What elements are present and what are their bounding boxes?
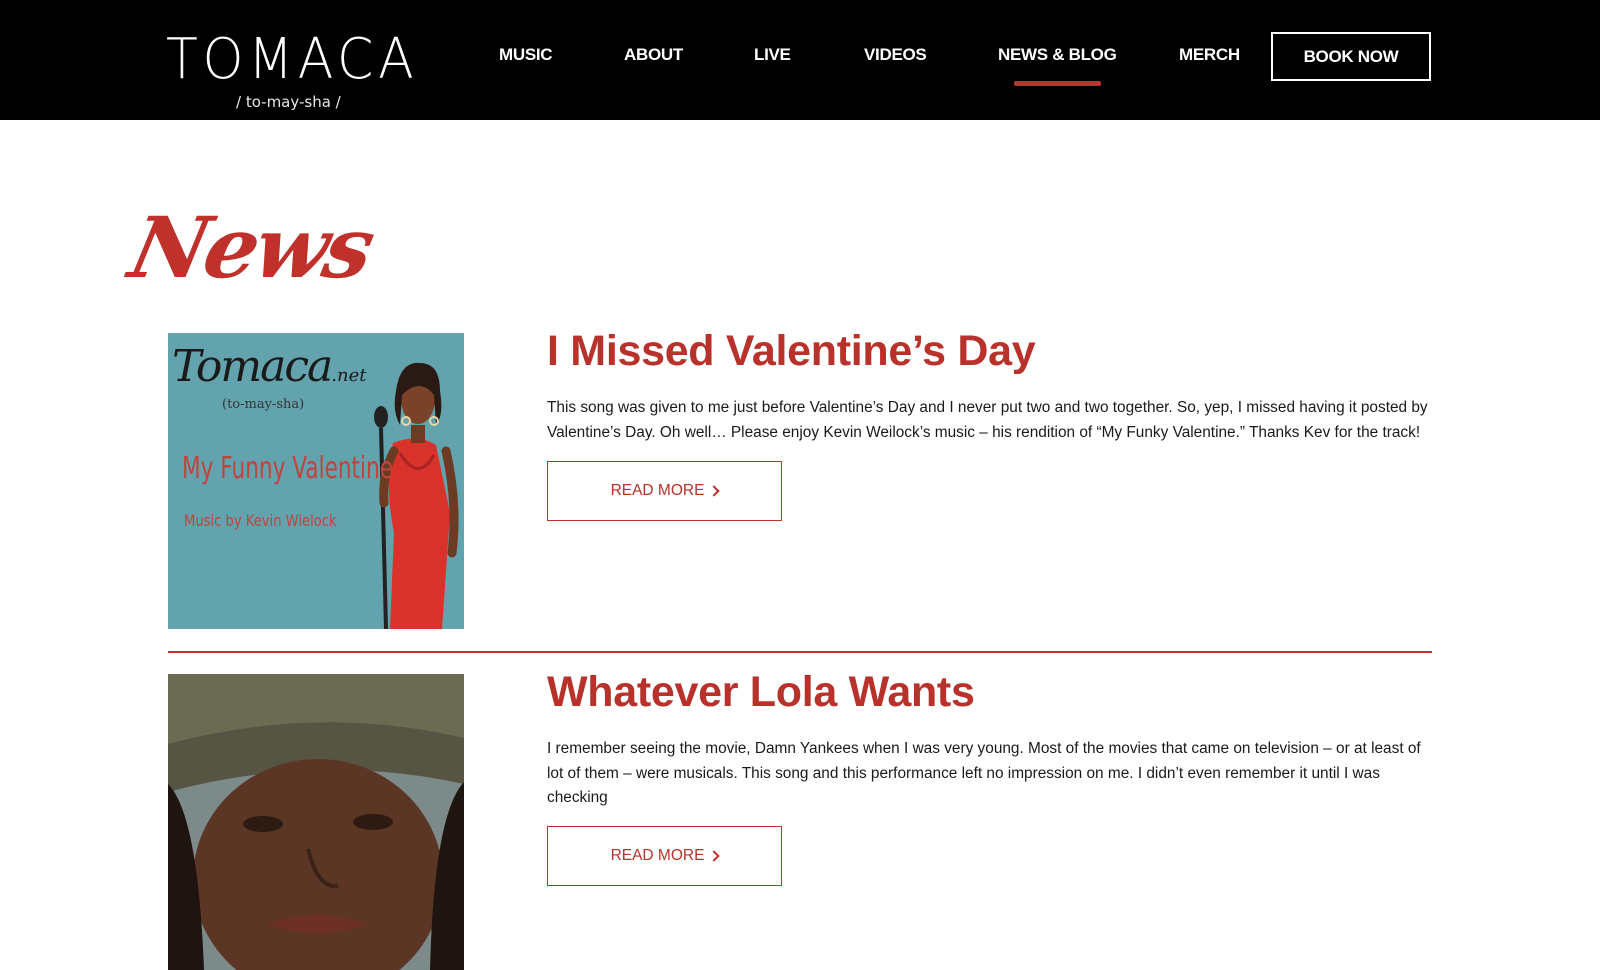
nav-item-about[interactable]: ABOUT xyxy=(624,45,683,65)
thumb-credit: Music by Kevin Wielock xyxy=(184,511,337,530)
site-logo[interactable]: TOMACA / to-may-sha / xyxy=(166,27,419,112)
post-thumbnail[interactable] xyxy=(168,674,464,970)
logo-pronunciation: / to-may-sha / xyxy=(236,93,341,111)
thumb-pronunciation: (to-may-sha) xyxy=(222,397,305,412)
nav-item-live[interactable]: LIVE xyxy=(754,45,791,65)
nav-item-music[interactable]: MUSIC xyxy=(499,45,553,65)
nav-item-videos[interactable]: VIDEOS xyxy=(864,45,927,65)
post-title[interactable]: I Missed Valentine’s Day xyxy=(547,326,1036,376)
nav-item-news-blog[interactable]: NEWS & BLOG xyxy=(998,45,1117,86)
chevron-right-icon xyxy=(708,485,721,497)
post-divider xyxy=(168,651,1432,653)
read-more-button[interactable]: READ MORE xyxy=(547,826,782,886)
post-title[interactable]: Whatever Lola Wants xyxy=(547,667,975,717)
nav-item-merch[interactable]: MERCH xyxy=(1179,45,1240,65)
read-more-label: READ MORE xyxy=(610,847,705,864)
read-more-button[interactable]: READ MORE xyxy=(547,461,782,521)
thumb-brand: Tomaca.net xyxy=(172,341,367,392)
site-header: TOMACA / to-may-sha / MUSIC ABOUT LIVE V… xyxy=(0,0,1600,120)
post-excerpt: I remember seeing the movie, Damn Yankee… xyxy=(547,740,1421,806)
book-now-button[interactable]: BOOK NOW xyxy=(1271,32,1431,81)
thumb-song-title: My Funny Valentine xyxy=(182,451,394,486)
chevron-right-icon xyxy=(708,850,721,862)
post-excerpt: This song was given to me just before Va… xyxy=(547,399,1428,441)
logo-wordmark: TOMACA xyxy=(166,27,419,92)
read-more-label: READ MORE xyxy=(610,482,705,499)
portrait-photo-illustration xyxy=(168,674,464,970)
post-thumbnail[interactable]: Tomaca.net (to-may-sha) My Funny Valenti… xyxy=(168,333,464,629)
page-title: News xyxy=(121,198,381,297)
